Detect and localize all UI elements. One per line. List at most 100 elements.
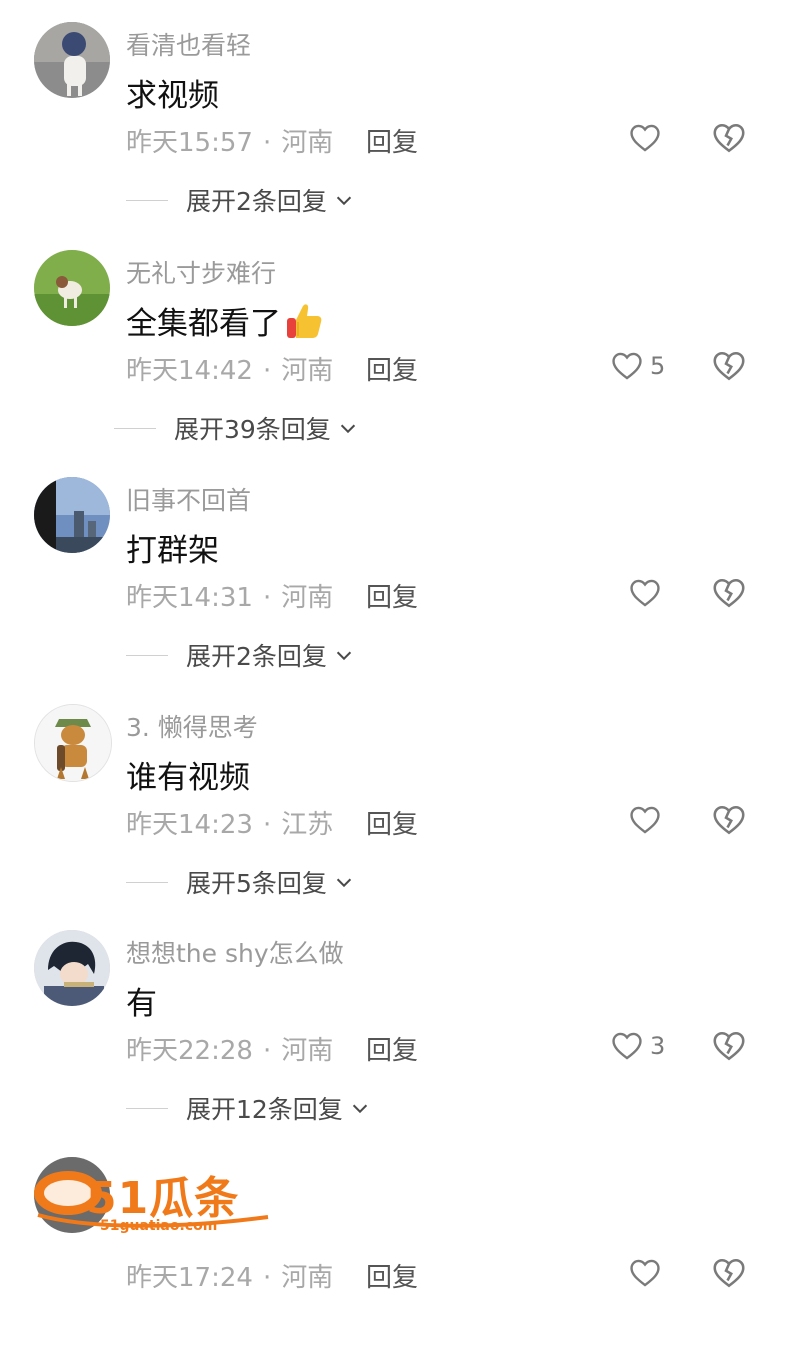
location: 河南 — [281, 583, 334, 613]
timestamp: 昨天14:23 — [126, 810, 253, 840]
username[interactable]: 想想the shy怎么做 — [126, 934, 344, 970]
expand-label: 展开5条回复 — [186, 869, 327, 898]
comment-text-body: 谁有视频 — [126, 760, 250, 796]
username[interactable]: 无礼寸步难行 — [126, 254, 276, 290]
divider — [126, 1107, 168, 1109]
broken-heart-icon — [713, 1258, 745, 1288]
chevron-down-icon — [352, 1104, 367, 1114]
location: 江苏 — [281, 810, 334, 840]
location: 河南 — [281, 1263, 334, 1293]
comment-meta: 昨天14:42 · 河南 — [126, 350, 333, 387]
avatar[interactable] — [34, 930, 110, 1006]
separator: · — [262, 583, 272, 613]
avatar[interactable] — [34, 22, 110, 98]
watermark-brand: 51瓜条 — [86, 1173, 240, 1224]
separator: · — [262, 810, 272, 840]
comment-text: 全集都看了 — [126, 298, 325, 343]
comment-item: 看清也看轻 求视频 昨天15:57 · 河南 回复 展开2条回复 — [0, 0, 787, 226]
comment-meta: 昨天15:57 · 河南 — [126, 122, 333, 159]
chevron-down-icon — [336, 878, 352, 888]
dislike-button[interactable] — [711, 1028, 747, 1064]
like-count: 5 — [650, 352, 666, 380]
comment-item: 3. 懒得思考 谁有视频 昨天14:23 · 江苏 回复 展开5条回复 — [0, 682, 787, 908]
heart-icon — [630, 124, 660, 152]
separator: · — [262, 128, 272, 158]
like-count: 3 — [650, 1032, 666, 1060]
heart-icon — [630, 806, 660, 834]
heart-icon — [612, 1032, 642, 1060]
dislike-button[interactable] — [711, 348, 747, 384]
expand-label: 展开39条回复 — [174, 415, 331, 444]
expand-label: 展开2条回复 — [186, 642, 327, 671]
comment-item: 想想the shy怎么做 有 昨天22:28 · 河南 回复 3 展开12条回复 — [0, 908, 787, 1134]
comment-meta: 昨天17:24 · 河南 — [126, 1257, 333, 1294]
comment-meta: 昨天22:28 · 河南 — [126, 1030, 333, 1067]
avatar[interactable] — [34, 704, 112, 782]
chevron-down-icon — [336, 651, 352, 661]
dislike-button[interactable] — [711, 1255, 747, 1291]
reply-button[interactable]: 回复 — [366, 122, 418, 159]
broken-heart-icon — [713, 351, 745, 381]
expand-replies[interactable]: 展开5条回复 — [126, 866, 355, 898]
like-button[interactable] — [628, 575, 668, 611]
dislike-button[interactable] — [711, 575, 747, 611]
watermark-url: 51guatiao.com — [100, 1218, 218, 1234]
expand-label: 展开12条回复 — [186, 1095, 343, 1124]
comment-text-body: 有 — [126, 986, 157, 1022]
expand-replies[interactable]: 展开12条回复 — [126, 1092, 371, 1124]
comment-meta: 昨天14:31 · 河南 — [126, 577, 333, 614]
username[interactable]: 旧事不回首 — [126, 481, 251, 517]
username[interactable]: 3. 懒得思考 — [126, 708, 258, 744]
comment-text: 求视频 — [126, 70, 219, 115]
timestamp: 昨天14:31 — [126, 583, 253, 613]
reply-button[interactable]: 回复 — [366, 1030, 418, 1067]
heart-icon — [630, 579, 660, 607]
thumbs-up-emoji-icon — [287, 303, 322, 338]
dislike-button[interactable] — [711, 120, 747, 156]
expand-replies[interactable]: 展开39条回复 — [114, 412, 359, 444]
expand-replies[interactable]: 展开2条回复 — [126, 639, 355, 671]
reply-button[interactable]: 回复 — [366, 577, 418, 614]
reply-button[interactable]: 回复 — [366, 350, 418, 387]
chevron-down-icon — [336, 196, 352, 206]
chevron-down-icon — [340, 424, 355, 434]
broken-heart-icon — [713, 123, 745, 153]
reply-button[interactable]: 回复 — [366, 804, 418, 841]
broken-heart-icon — [713, 805, 745, 835]
comment-text: 有 — [126, 978, 157, 1023]
location: 河南 — [281, 356, 334, 386]
username[interactable]: 看清也看轻 — [126, 26, 251, 62]
comment-meta: 昨天14:23 · 江苏 — [126, 804, 333, 841]
avatar[interactable] — [34, 250, 110, 326]
avatar[interactable] — [34, 477, 110, 553]
like-button[interactable]: 3 — [610, 1028, 665, 1064]
location: 河南 — [281, 128, 334, 158]
expand-replies[interactable]: 展开2条回复 — [126, 184, 355, 216]
heart-icon — [630, 1259, 660, 1287]
comment-item: 旧事不回首 打群架 昨天14:31 · 河南 回复 展开2条回复 — [0, 455, 787, 681]
timestamp: 昨天22:28 — [126, 1036, 253, 1066]
location: 河南 — [281, 1036, 334, 1066]
heart-icon — [612, 352, 642, 380]
comment-text-body: 打群架 — [126, 533, 219, 569]
dislike-button[interactable] — [711, 802, 747, 838]
comment-text-body: 求视频 — [126, 78, 219, 114]
comment-item: 无礼寸步难行 全集都看了 昨天14:42 · 河南 回复 5 展开39条回复 — [0, 228, 787, 454]
like-button[interactable] — [628, 802, 668, 838]
reply-button[interactable]: 回复 — [366, 1257, 418, 1294]
comment-text: 打群架 — [126, 525, 219, 570]
broken-heart-icon — [713, 578, 745, 608]
timestamp: 昨天14:42 — [126, 356, 253, 386]
comment-text-body: 全集都看了 — [126, 306, 281, 342]
like-button[interactable] — [628, 120, 668, 156]
divider — [126, 881, 168, 883]
divider — [114, 427, 156, 429]
like-button[interactable]: 5 — [610, 348, 665, 384]
timestamp: 昨天15:57 — [126, 128, 253, 158]
separator: · — [262, 1036, 272, 1066]
separator: · — [262, 356, 272, 386]
divider — [126, 654, 168, 656]
expand-label: 展开2条回复 — [186, 187, 327, 216]
divider — [126, 199, 168, 201]
like-button[interactable] — [628, 1255, 662, 1291]
